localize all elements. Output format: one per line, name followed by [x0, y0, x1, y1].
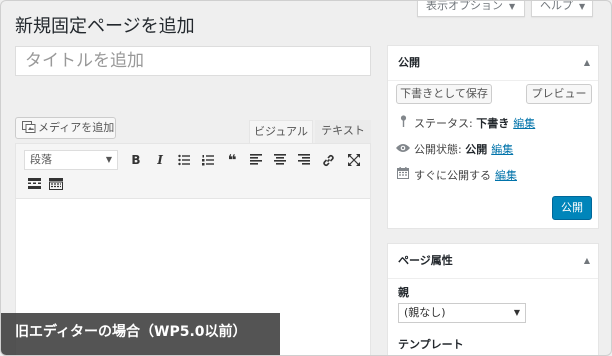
help-button[interactable]: ヘルプ ▼: [531, 0, 593, 17]
format-select-value: 段落: [30, 153, 52, 166]
numbered-list-icon[interactable]: [198, 150, 218, 170]
publish-button[interactable]: 公開: [552, 196, 592, 220]
edit-visibility-link[interactable]: 編集: [491, 143, 513, 156]
parent-select[interactable]: (親なし) ▼: [398, 303, 526, 323]
publish-box: 公開 ▲ 下書きとして保存 プレビュー ステータス: 下書き 編集 公開状態: 公…: [387, 45, 599, 229]
chevron-down-icon: ▼: [579, 2, 586, 11]
help-label: ヘルプ: [540, 0, 573, 12]
toolbar-toggle-icon[interactable]: [46, 174, 66, 194]
schedule-label: すぐに公開する: [414, 169, 491, 182]
screen-options-button[interactable]: 表示オプション ▼: [417, 0, 525, 17]
calendar-icon: [396, 167, 410, 182]
tab-text[interactable]: テキスト: [315, 120, 371, 143]
add-media-button[interactable]: メディアを追加: [15, 117, 116, 139]
tab-visual[interactable]: ビジュアル: [249, 120, 313, 143]
italic-button[interactable]: I: [150, 150, 170, 170]
status-label: ステータス:: [414, 117, 473, 130]
save-draft-button[interactable]: 下書きとして保存: [396, 84, 492, 104]
visibility-label: 公開状態:: [414, 143, 462, 156]
screen-options-label: 表示オプション: [426, 0, 503, 12]
wp-admin-screen: 表示オプション ▼ ヘルプ ▼ 新規固定ページを追加 タイトルを追加 メディアを追加…: [0, 0, 612, 356]
chevron-down-icon: ▼: [509, 2, 516, 11]
align-right-icon[interactable]: [294, 150, 314, 170]
title-input[interactable]: タイトルを追加: [15, 46, 371, 76]
edit-status-link[interactable]: 編集: [513, 117, 535, 130]
page-attributes-box: ページ属性 ▲ 親 (親なし) ▼ テンプレート: [387, 243, 599, 355]
page-attributes-header[interactable]: ページ属性 ▲: [388, 244, 598, 279]
parent-label: 親: [398, 286, 409, 299]
blockquote-icon[interactable]: ❝: [222, 150, 242, 170]
align-center-icon[interactable]: [270, 150, 290, 170]
template-label: テンプレート: [398, 338, 464, 351]
publish-box-title: 公開: [398, 56, 420, 69]
status-row: ステータス: 下書き 編集: [396, 115, 535, 131]
preview-button[interactable]: プレビュー: [526, 84, 592, 104]
link-icon[interactable]: [318, 150, 338, 170]
collapse-arrow-icon[interactable]: ▲: [584, 244, 590, 277]
visibility-row: 公開状態: 公開 編集: [396, 141, 513, 157]
schedule-row: すぐに公開する 編集: [396, 167, 517, 183]
editor-toolbar: 段落 ▼ B I ❝: [16, 144, 370, 199]
media-icon: [22, 120, 36, 133]
publish-box-header[interactable]: 公開 ▲: [388, 46, 598, 81]
format-select[interactable]: 段落 ▼: [24, 150, 118, 170]
page-attributes-title: ページ属性: [398, 254, 453, 267]
parent-select-value: (親なし): [404, 306, 446, 319]
page-title: 新規固定ページを追加: [15, 16, 195, 37]
eye-icon: [396, 143, 410, 156]
align-left-icon[interactable]: [246, 150, 266, 170]
bulleted-list-icon[interactable]: [174, 150, 194, 170]
visibility-value: 公開: [465, 143, 488, 156]
read-more-icon[interactable]: [24, 174, 44, 194]
chevron-down-icon: ▼: [513, 308, 520, 317]
pin-icon: [396, 115, 410, 130]
collapse-arrow-icon[interactable]: ▲: [584, 46, 590, 79]
edit-schedule-link[interactable]: 編集: [495, 169, 517, 182]
chevron-down-icon: ▼: [105, 155, 112, 164]
add-media-label: メディアを追加: [38, 121, 115, 134]
status-value: 下書き: [476, 117, 510, 130]
bold-button[interactable]: B: [126, 150, 146, 170]
fullscreen-icon[interactable]: [344, 150, 364, 170]
caption-overlay: 旧エディターの場合（WP5.0以前）: [1, 313, 280, 355]
